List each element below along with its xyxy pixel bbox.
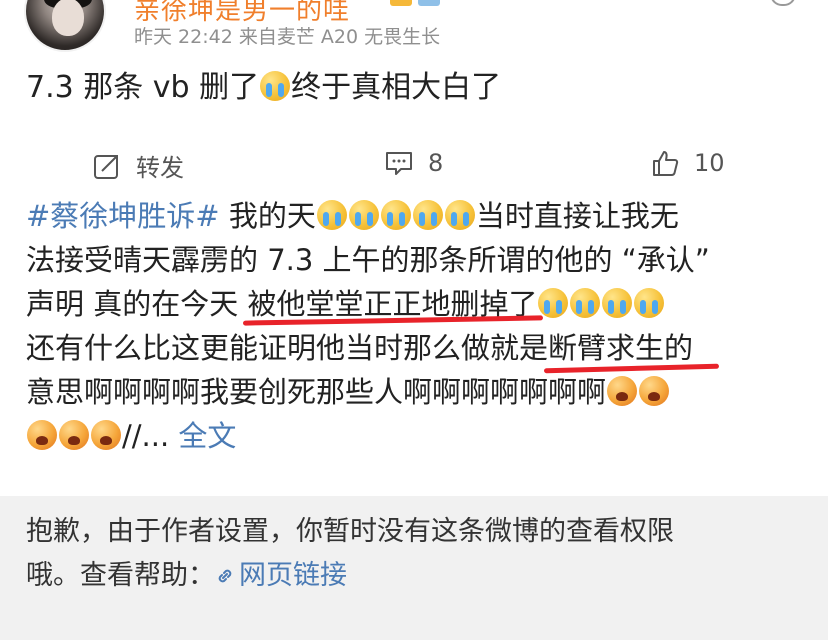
- thumbs-up-icon: [653, 151, 679, 176]
- angry-face-icon: [607, 376, 638, 406]
- repost-line-4-a: 还有什么比这更能证明他当时那么做就是: [26, 331, 549, 365]
- repost-line-1: #蔡徐坤胜诉# 我的天 当时直接让我无: [26, 194, 816, 238]
- reposted-content: #蔡徐坤胜诉# 我的天 当时直接让我无 法接受晴天霹雳的 7.3 上午的那条所谓的…: [26, 194, 816, 458]
- like-count: 10: [694, 149, 725, 177]
- post-header: 亲徐坤是男一的哇 昨天 22:42 来自麦芒 A20 无畏生长: [0, 0, 828, 56]
- chevron-down-icon[interactable]: [770, 0, 796, 6]
- post-text-before: 7.3 那条 vb 删了: [26, 70, 260, 105]
- notice-line-2-prefix: 哦。查看帮助：: [26, 560, 215, 591]
- hashtag-link[interactable]: #蔡徐坤胜诉#: [26, 199, 220, 233]
- action-bar: 转发 8 10: [0, 148, 828, 188]
- like-button[interactable]: 10: [650, 148, 725, 178]
- angry-face-icon: [59, 420, 89, 450]
- crying-face-icon: [316, 200, 347, 230]
- highlighted-phrase-sacrifice-text: 断臂求生的: [548, 331, 694, 365]
- repost-line-3: 声明 真的在今天 被他堂堂正正地删掉了: [26, 282, 816, 326]
- post-text-after: 终于真相大白了: [291, 70, 502, 105]
- repost-icon: [94, 154, 118, 179]
- crying-face-icon: [634, 288, 665, 318]
- crying-face-icon: [444, 200, 475, 230]
- repost-line-3-a: 声明 真的在今天: [26, 287, 248, 321]
- notice-text: 抱歉，由于作者设置，你暂时没有这条微博的查看权限 哦。查看帮助： 网页链接: [26, 510, 816, 598]
- permission-notice: 抱歉，由于作者设置，你暂时没有这条微博的查看权限 哦。查看帮助： 网页链接: [0, 496, 828, 640]
- crying-face-icon: [538, 288, 569, 318]
- repost-line-1-text: 我的天: [219, 199, 316, 233]
- link-icon: [218, 569, 232, 583]
- crying-face-icon: [412, 200, 443, 230]
- vip-badge-icon: [390, 0, 412, 6]
- web-link[interactable]: 网页链接: [215, 560, 347, 591]
- comment-count: 8: [428, 149, 444, 177]
- repost-line-2: 法接受晴天霹雳的 7.3 上午的那条所谓的他的 “承认”: [26, 243, 710, 277]
- avatar-face: [52, 0, 84, 36]
- repost-line-6-tail: //...: [122, 419, 179, 453]
- repost-line-1-tail: 当时直接让我无: [475, 199, 679, 233]
- web-link-label: 网页链接: [239, 560, 347, 591]
- level-badge-icon: [418, 0, 440, 6]
- comment-icon: [386, 152, 412, 175]
- repost-button[interactable]: 转发: [92, 148, 184, 183]
- highlighted-phrase-deleted: 被他堂堂正正地删掉了: [243, 287, 544, 326]
- repost-label: 转发: [136, 154, 184, 182]
- avatar[interactable]: [24, 0, 106, 52]
- crying-face-icon: [602, 288, 633, 318]
- highlighted-phrase-sacrifice: 断臂求生的: [543, 331, 720, 374]
- crying-face-icon: [380, 200, 411, 230]
- angry-face-icon: [91, 420, 121, 450]
- user-badges: [390, 0, 440, 6]
- full-text-link[interactable]: 全文: [178, 419, 236, 453]
- notice-line-1: 抱歉，由于作者设置，你暂时没有这条微博的查看权限: [26, 516, 674, 547]
- repost-line-6: //... 全文: [26, 414, 816, 458]
- crying-face-icon: [348, 200, 379, 230]
- repost-line-5: 意思啊啊啊啊我要创死那些人啊啊啊啊啊啊啊: [26, 370, 816, 414]
- notice-line-2: 哦。查看帮助： 网页链接: [26, 554, 816, 598]
- post-meta: 昨天 22:42 来自麦芒 A20 无畏生长: [134, 26, 441, 48]
- comment-button[interactable]: 8: [384, 148, 443, 178]
- angry-face-icon: [639, 376, 670, 406]
- repost-line-5-text: 意思啊啊啊啊我要创死那些人啊啊啊啊啊啊啊: [26, 375, 607, 409]
- crying-face-icon: [260, 71, 291, 101]
- crying-face-icon: [570, 288, 601, 318]
- post-text: 7.3 那条 vb 删了 终于真相大白了: [26, 66, 501, 110]
- angry-face-icon: [27, 420, 57, 450]
- repost-line-4: 还有什么比这更能证明他当时那么做就是断臂求生的: [26, 326, 816, 374]
